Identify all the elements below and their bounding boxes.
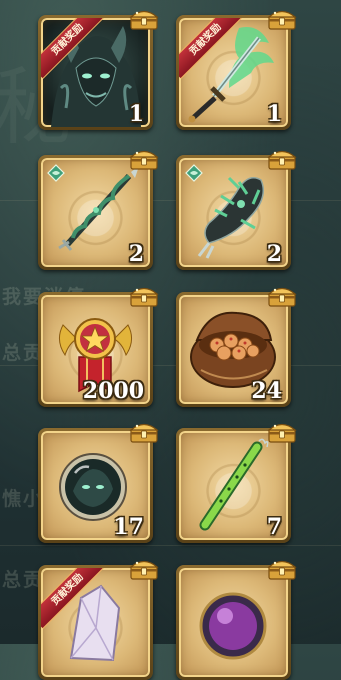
- item-quantity: 7: [266, 514, 282, 540]
- treasure-chest-icon: [129, 557, 159, 581]
- purple-orb-icon: [199, 592, 267, 660]
- reward-item-dark-beast[interactable]: 贡献奖励 1: [38, 15, 153, 130]
- item-quantity: 24: [251, 378, 282, 404]
- treasure-chest-icon: [129, 147, 159, 171]
- reward-item-star-medal[interactable]: 2000: [38, 292, 153, 407]
- item-quantity: 2: [266, 241, 282, 267]
- treasure-chest-icon: [129, 284, 159, 308]
- crystal-icon: [69, 584, 121, 662]
- reward-item-spiked-gauntlet[interactable]: 2: [176, 155, 291, 270]
- reward-item-crystal-shard[interactable]: 贡献奖励: [38, 565, 153, 680]
- item-quantity: 17: [113, 514, 144, 540]
- reward-item-soul-orb[interactable]: 17: [38, 428, 153, 543]
- bg-divider: [0, 545, 341, 546]
- treasure-chest-icon: [267, 7, 297, 31]
- reward-item-jade-flute[interactable]: 7: [176, 428, 291, 543]
- item-quantity: 1: [266, 101, 282, 127]
- treasure-chest-icon: [267, 147, 297, 171]
- item-quantity: 2000: [82, 378, 144, 404]
- element-gem-icon: [185, 164, 203, 182]
- element-gem-icon: [47, 164, 65, 182]
- item-quantity: 2: [128, 241, 144, 267]
- treasure-chest-icon: [267, 284, 297, 308]
- treasure-chest-icon: [267, 420, 297, 444]
- treasure-chest-icon: [129, 420, 159, 444]
- reward-item-purple-orb[interactable]: [176, 565, 291, 680]
- reward-item-serpent-spear[interactable]: 2: [38, 155, 153, 270]
- treasure-chest-icon: [129, 7, 159, 31]
- treasure-chest-icon: [267, 557, 297, 581]
- reward-item-bun-pot[interactable]: 24: [176, 292, 291, 407]
- reward-item-jade-sword[interactable]: 贡献奖励 1: [176, 15, 291, 130]
- item-quantity: 1: [128, 101, 144, 127]
